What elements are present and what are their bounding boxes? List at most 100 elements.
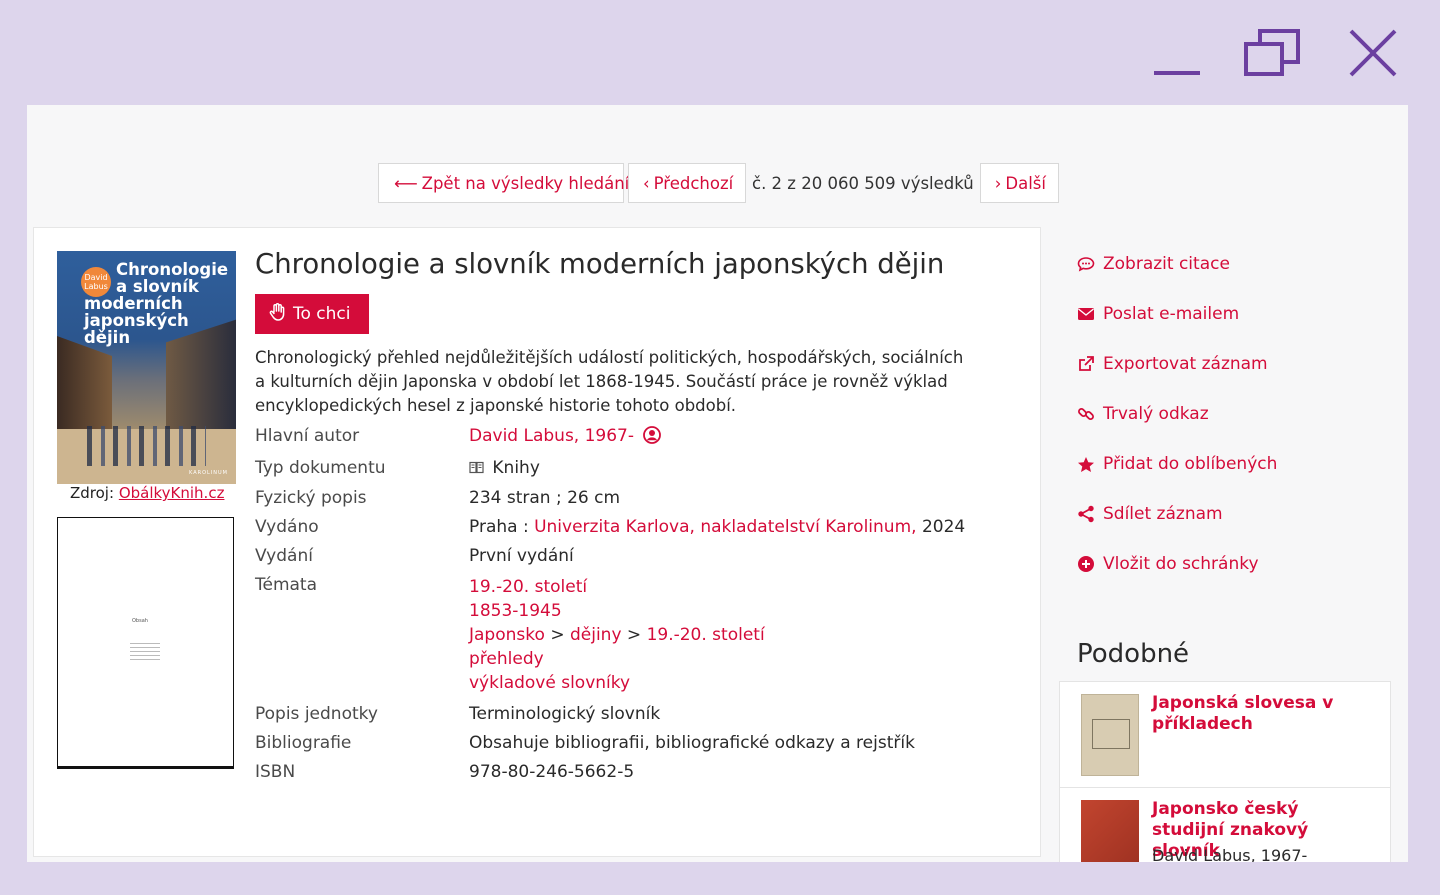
detail-label: Popis jednotky bbox=[255, 704, 378, 724]
detail-row-unit: Popis jednotky Terminologický slovník bbox=[255, 704, 965, 733]
detail-label: Vydání bbox=[255, 546, 313, 566]
record-actions: Zobrazit citace Poslat e-mailem Exportov… bbox=[1077, 253, 1277, 603]
similar-item-author: David Labus, 1967- bbox=[1152, 846, 1308, 862]
permalink-link[interactable]: Trvalý odkaz bbox=[1077, 403, 1277, 425]
browser-content: ⟵ Zpět na výsledky hledání ‹ Předchozí č… bbox=[27, 105, 1408, 862]
close-icon bbox=[1349, 29, 1397, 77]
chevron-left-icon: ‹ bbox=[643, 173, 650, 193]
hand-icon bbox=[269, 303, 285, 325]
similar-item-cover[interactable] bbox=[1081, 800, 1139, 862]
restore-button[interactable] bbox=[1242, 28, 1302, 78]
cover-source: Zdroj: ObálkyKnih.cz bbox=[70, 484, 224, 502]
detail-row-edition: Vydání První vydání bbox=[255, 546, 965, 575]
plus-circle-icon bbox=[1077, 555, 1103, 573]
detail-value: Terminologický slovník bbox=[469, 704, 661, 724]
cover-art bbox=[87, 426, 206, 466]
record-abstract: Chronologický přehled nejdůležitějších u… bbox=[255, 348, 964, 415]
cover-title-line: Chronologie bbox=[116, 260, 229, 279]
topic-link[interactable]: přehledy bbox=[469, 649, 544, 669]
detail-row-published: Vydáno Praha : Univerzita Karlova, nakla… bbox=[255, 517, 965, 546]
permalink-label: Trvalý odkaz bbox=[1103, 404, 1209, 424]
minimize-icon bbox=[1154, 71, 1200, 75]
next-button[interactable]: › Další bbox=[979, 163, 1059, 203]
chevron-right-icon: › bbox=[994, 173, 1002, 193]
topic-link[interactable]: 19.-20. století bbox=[469, 577, 587, 597]
close-button[interactable] bbox=[1345, 28, 1401, 78]
similar-heading: Podobné bbox=[1077, 639, 1190, 669]
add-to-clipboard-link[interactable]: Vložit do schránky bbox=[1077, 553, 1277, 575]
email-link[interactable]: Poslat e-mailem bbox=[1077, 303, 1277, 325]
author-link[interactable]: David Labus, 1967- bbox=[469, 426, 634, 446]
share-link[interactable]: Sdílet záznam bbox=[1077, 503, 1277, 525]
table-of-contents-thumbnail[interactable]: Obsah bbox=[57, 517, 234, 769]
minimize-button[interactable] bbox=[1150, 28, 1204, 78]
cover-title-line: japonských bbox=[84, 311, 189, 330]
detail-label: ISBN bbox=[255, 762, 296, 782]
back-to-results-button[interactable]: ⟵ Zpět na výsledky hledání bbox=[378, 163, 629, 203]
topic-link[interactable]: 19.-20. století bbox=[647, 625, 765, 645]
similar-item[interactable]: Japonsko český studijní znakový slovník … bbox=[1059, 787, 1391, 862]
add-favorite-link[interactable]: Přidat do oblíbených bbox=[1077, 453, 1277, 475]
previous-button[interactable]: ‹ Předchozí bbox=[628, 163, 746, 203]
arrow-left-icon: ⟵ bbox=[394, 173, 418, 193]
cover-title-line: a slovník bbox=[116, 277, 199, 296]
previous-label: Předchozí bbox=[653, 173, 734, 193]
topic-link[interactable]: dějiny bbox=[570, 625, 622, 645]
cover-publisher-logo: KAROLINUM bbox=[189, 470, 228, 476]
record-title: Chronologie a slovník moderních japonský… bbox=[255, 248, 945, 280]
detail-value: 234 stran ; 26 cm bbox=[469, 488, 621, 508]
detail-value: David Labus, 1967- bbox=[469, 426, 965, 458]
topic-link[interactable]: 1853-1945 bbox=[469, 601, 562, 621]
restore-icon bbox=[1244, 29, 1300, 76]
add-favorite-label: Přidat do oblíbených bbox=[1103, 454, 1278, 474]
detail-row-isbn: ISBN 978-80-246-5662-5 bbox=[255, 762, 965, 791]
detail-label: Hlavní autor bbox=[255, 426, 360, 446]
detail-value: 19.-20. století 1853-1945 Japonsko > děj… bbox=[469, 575, 965, 704]
show-citations-link[interactable]: Zobrazit citace bbox=[1077, 253, 1277, 275]
detail-row-physical: Fyzický popis 234 stran ; 26 cm bbox=[255, 488, 965, 517]
book-icon bbox=[469, 459, 484, 479]
similar-item-title[interactable]: Japonská slovesa v příkladech bbox=[1152, 693, 1372, 735]
published-place: Praha : bbox=[469, 517, 529, 537]
add-to-clipboard-label: Vložit do schránky bbox=[1103, 554, 1259, 574]
result-pager: ⟵ Zpět na výsledky hledání ‹ Předchozí č… bbox=[378, 163, 1059, 203]
detail-row-topics: Témata 19.-20. století 1853-1945 Japonsk… bbox=[255, 575, 965, 704]
detail-label: Témata bbox=[255, 575, 318, 595]
back-to-results-label: Zpět na výsledky hledání bbox=[421, 173, 630, 193]
publisher-link[interactable]: Univerzita Karlova, nakladatelství Karol… bbox=[534, 517, 916, 537]
cover-title-line: dějin bbox=[84, 328, 131, 347]
detail-row-bibliography: Bibliografie Obsahuje bibliografii, bibl… bbox=[255, 733, 965, 762]
user-circle-icon[interactable] bbox=[643, 426, 662, 449]
book-cover[interactable]: David Labus Chronologie a slovník modern… bbox=[57, 251, 236, 484]
detail-row-author: Hlavní autor David Labus, 1967- bbox=[255, 426, 965, 458]
export-link[interactable]: Exportovat záznam bbox=[1077, 353, 1277, 375]
toc-heading: Obsah bbox=[132, 618, 148, 624]
doctype-value: Knihy bbox=[492, 458, 540, 478]
show-citations-label: Zobrazit citace bbox=[1103, 254, 1230, 274]
chain-link-icon bbox=[1077, 405, 1103, 423]
topic-link[interactable]: výkladové slovníky bbox=[469, 673, 630, 693]
detail-label: Vydáno bbox=[255, 517, 319, 537]
envelope-icon bbox=[1077, 307, 1103, 321]
cover-title-line: moderních bbox=[84, 294, 183, 313]
want-button[interactable]: To chci bbox=[255, 294, 369, 334]
topic-link[interactable]: Japonsko bbox=[469, 625, 545, 645]
cover-source-link[interactable]: ObálkyKnih.cz bbox=[119, 484, 225, 502]
detail-label: Typ dokumentu bbox=[255, 458, 386, 478]
share-label: Sdílet záznam bbox=[1103, 504, 1223, 524]
result-position: č. 2 z 20 060 509 výsledků bbox=[752, 173, 974, 193]
record-card: David Labus Chronologie a slovník modern… bbox=[33, 227, 1041, 857]
share-icon bbox=[1077, 505, 1103, 523]
email-label: Poslat e-mailem bbox=[1103, 304, 1240, 324]
toc-lines bbox=[130, 643, 160, 663]
want-button-label: To chci bbox=[293, 304, 351, 324]
next-label: Další bbox=[1005, 173, 1046, 193]
detail-value: Obsahuje bibliografii, bibliografické od… bbox=[469, 733, 915, 753]
external-link-icon bbox=[1077, 355, 1103, 373]
detail-label: Fyzický popis bbox=[255, 488, 367, 508]
similar-item-cover[interactable] bbox=[1081, 694, 1139, 776]
similar-item[interactable]: Japonská slovesa v příkladech bbox=[1059, 681, 1391, 789]
cover-source-label: Zdroj: bbox=[70, 484, 115, 502]
topic-separator: > bbox=[626, 625, 642, 645]
detail-value: 978-80-246-5662-5 bbox=[469, 762, 635, 782]
